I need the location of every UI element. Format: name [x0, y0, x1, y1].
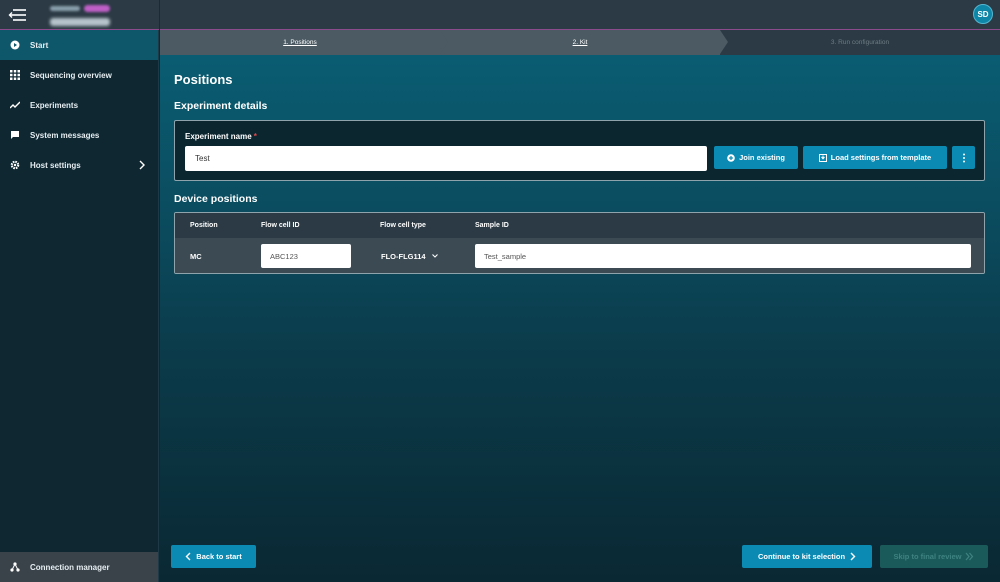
device-positions-table: Position Flow cell ID Flow cell type Sam… — [174, 212, 985, 274]
play-circle-icon — [10, 40, 20, 50]
kebab-menu-icon — [962, 153, 965, 162]
sidebar-item-label: Connection manager — [30, 562, 110, 572]
sidebar-item-connection-manager[interactable]: Connection manager — [0, 552, 158, 582]
chevron-right-icon — [139, 160, 145, 170]
step-run-configuration: 3. Run configuration — [830, 39, 890, 46]
step-kit[interactable]: 2. Kit — [440, 30, 720, 55]
chevron-left-icon — [185, 552, 191, 561]
chevron-right-icon — [850, 552, 856, 561]
sidebar-item-system-messages[interactable]: System messages — [0, 120, 158, 150]
sidebar-item-label: Start — [30, 40, 49, 50]
experiment-name-label: Experiment name * — [185, 132, 257, 141]
user-avatar[interactable]: SD — [973, 4, 993, 24]
host-name-redacted: gxb01234 — [50, 18, 110, 26]
table-row: MC ABC123 FLO-FLG114 Test_sample — [175, 238, 984, 273]
network-icon — [10, 562, 20, 572]
sidebar-item-label: Sequencing overview — [30, 70, 112, 80]
topbar-divider — [159, 0, 160, 30]
required-marker: * — [253, 132, 257, 141]
sidebar-item-host-settings[interactable]: Host settings — [0, 150, 158, 180]
experiment-name-input[interactable] — [185, 146, 707, 171]
more-options-button[interactable] — [952, 146, 975, 169]
load-settings-label: Load settings from template — [830, 153, 932, 162]
continue-label: Continue to kit selection — [757, 552, 846, 561]
step-separator — [440, 30, 448, 54]
step-positions[interactable]: 1. Positions — [160, 30, 440, 55]
main-content: 1. Positions 2. Kit 3. Run configuration… — [160, 30, 1000, 582]
host-label-redacted: minion — [50, 6, 80, 11]
sample-id-input[interactable]: Test_sample — [475, 244, 971, 268]
stepper: 1. Positions 2. Kit 3. Run configuration — [160, 30, 1000, 55]
column-header-flow-cell-id: Flow cell ID — [261, 222, 300, 229]
page-title: Positions — [174, 72, 233, 87]
sidebar-item-label: Experiments — [30, 100, 79, 110]
join-existing-button[interactable]: Join existing — [714, 146, 798, 169]
column-header-flow-cell-type: Flow cell type — [380, 222, 426, 229]
sidebar-item-label: System messages — [30, 130, 100, 140]
table-header: Position Flow cell ID Flow cell type Sam… — [175, 213, 984, 238]
top-bar: minion remote gxb01234 SD — [0, 0, 1000, 30]
sidebar-item-label: Host settings — [30, 160, 81, 170]
experiment-details-heading: Experiment details — [174, 100, 268, 112]
load-template-icon — [818, 153, 827, 162]
flow-cell-type-select[interactable]: FLO-FLG114 — [381, 238, 439, 273]
step-separator — [720, 30, 728, 54]
gear-icon — [10, 160, 20, 170]
host-badge-redacted: remote — [84, 5, 110, 12]
chevron-down-icon — [431, 254, 438, 258]
position-cell: MC — [190, 251, 202, 261]
host-identity: minion remote gxb01234 — [50, 4, 110, 26]
continue-to-kit-selection-button[interactable]: Continue to kit selection — [742, 545, 872, 568]
experiment-details-panel: Experiment name* Join existing Load sett… — [174, 120, 985, 181]
skip-to-final-review-button: Skip to final review — [880, 545, 988, 568]
sidebar-item-sequencing-overview[interactable]: Sequencing overview — [0, 60, 158, 90]
skip-label: Skip to final review — [893, 552, 962, 561]
plus-circle-icon — [727, 153, 735, 162]
load-settings-button[interactable]: Load settings from template — [803, 146, 947, 169]
flow-cell-type-value: FLO-FLG114 — [381, 251, 426, 261]
double-chevron-right-icon — [966, 552, 974, 561]
experiment-name-label-text: Experiment name — [185, 132, 252, 141]
device-positions-heading: Device positions — [174, 193, 258, 205]
back-to-start-label: Back to start — [196, 552, 242, 561]
column-header-position: Position — [190, 222, 218, 229]
trend-line-icon — [10, 100, 20, 110]
collapse-menu-button[interactable] — [6, 6, 28, 24]
menu-collapse-icon — [8, 9, 26, 21]
grid-icon — [10, 70, 20, 80]
message-icon — [10, 130, 20, 140]
flow-cell-id-input[interactable]: ABC123 — [261, 244, 351, 268]
sidebar-item-start[interactable]: Start — [0, 30, 158, 60]
join-existing-label: Join existing — [739, 153, 785, 162]
back-to-start-button[interactable]: Back to start — [171, 545, 256, 568]
column-header-sample-id: Sample ID — [475, 222, 509, 229]
sidebar-item-experiments[interactable]: Experiments — [0, 90, 158, 120]
sidebar: Start Sequencing overview Experiments Sy… — [0, 30, 159, 582]
